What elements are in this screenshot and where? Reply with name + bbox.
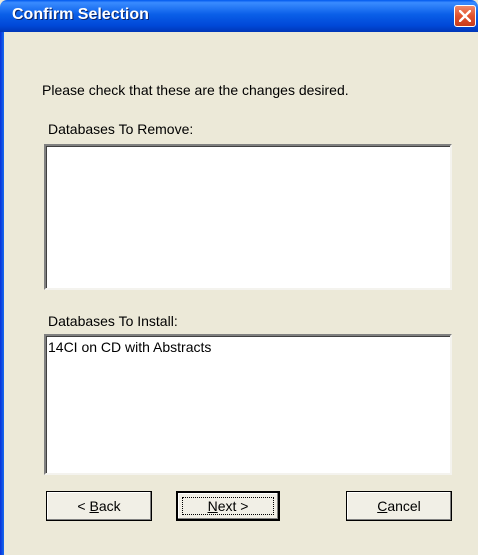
back-button-prefix: < (77, 498, 90, 514)
cancel-button[interactable]: Cancel (346, 491, 452, 521)
next-button[interactable]: Next > (176, 491, 280, 521)
cancel-button-mnemonic: C (377, 498, 388, 514)
instruction-text: Please check that these are the changes … (42, 82, 349, 98)
back-button-label: ack (98, 498, 121, 514)
back-button-mnemonic: B (89, 498, 99, 514)
title-bar[interactable]: Confirm Selection (0, 0, 478, 32)
remove-list-label: Databases To Remove: (48, 121, 194, 137)
close-icon (459, 10, 471, 22)
list-item[interactable]: 14CI on CD with Abstracts (48, 339, 211, 355)
cancel-button-label: ancel (387, 498, 421, 514)
close-button[interactable] (454, 5, 476, 27)
remove-listbox[interactable] (44, 144, 452, 290)
focus-rectangle (182, 497, 274, 515)
install-list-label: Databases To Install: (48, 313, 178, 329)
window-frame-left (0, 32, 4, 555)
window-title: Confirm Selection (12, 6, 149, 23)
install-listbox[interactable]: 14CI on CD with Abstracts (44, 334, 452, 475)
back-button[interactable]: < Back (46, 491, 152, 521)
